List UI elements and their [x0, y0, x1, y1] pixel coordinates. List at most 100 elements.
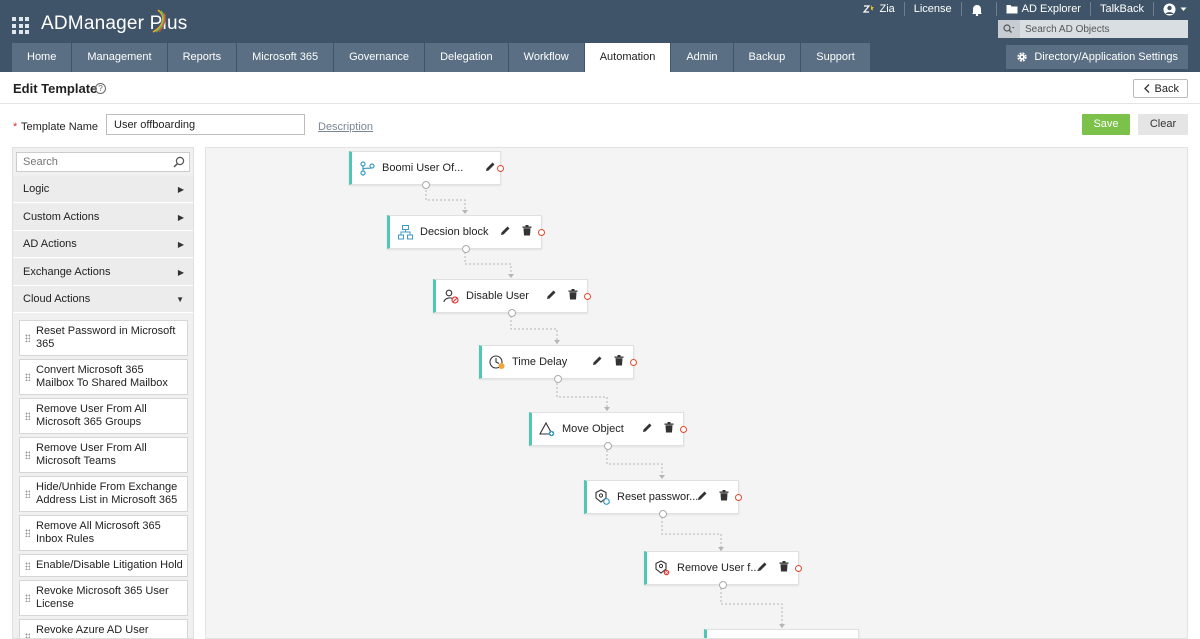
bottom-port[interactable] [718, 581, 727, 589]
user-menu[interactable] [1153, 2, 1200, 16]
tab-governance[interactable]: Governance [334, 43, 425, 72]
tab-support[interactable]: Support [801, 43, 870, 72]
tab-automation[interactable]: Automation [584, 43, 671, 72]
trash-icon[interactable] [614, 355, 624, 366]
output-port[interactable] [584, 293, 591, 300]
workflow-node-move-object[interactable]: Move Object [529, 412, 687, 450]
search-icon[interactable] [998, 20, 1020, 38]
drag-handle-icon[interactable] [25, 334, 30, 342]
tab-home[interactable]: Home [12, 43, 72, 72]
category-cloud-actions[interactable]: Cloud Actions ▼ [13, 286, 193, 313]
list-item[interactable]: Remove User From All Microsoft Teams [19, 437, 188, 473]
edit-icon[interactable] [546, 289, 557, 300]
app-header: ADManager Plus Zia License AD Explorer T… [0, 0, 1200, 72]
output-port[interactable] [630, 359, 637, 366]
bell-icon [971, 4, 982, 16]
bottom-port[interactable] [658, 510, 667, 518]
output-port[interactable] [538, 229, 545, 236]
tab-admin[interactable]: Admin [671, 43, 733, 72]
template-name-row: * Template Name Description Save Clear [0, 104, 1200, 146]
drag-handle-icon[interactable] [25, 561, 30, 570]
drag-handle-icon[interactable] [25, 529, 30, 537]
workflow-node-time-delay[interactable]: Time Delay [479, 345, 637, 383]
actions-search-input[interactable] [17, 153, 169, 171]
workflow-node-remove-user[interactable]: Remove User f... [644, 551, 802, 589]
trash-icon[interactable] [779, 561, 789, 572]
output-port[interactable] [497, 165, 504, 172]
bottom-port[interactable] [461, 245, 470, 253]
category-label: AD Actions [23, 238, 77, 250]
back-button[interactable]: Back [1132, 79, 1188, 98]
bottom-port[interactable] [507, 309, 516, 317]
drag-handle-icon[interactable] [25, 412, 30, 420]
list-item[interactable]: Remove User From All Microsoft 365 Group… [19, 398, 188, 434]
talkback-link[interactable]: TalkBack [1089, 2, 1153, 16]
tab-backup[interactable]: Backup [733, 43, 801, 72]
tab-management[interactable]: Management [72, 43, 167, 72]
tab-workflow[interactable]: Workflow [508, 43, 584, 72]
license-link[interactable]: License [903, 2, 961, 16]
drag-handle-icon[interactable] [25, 373, 30, 381]
app-grid-icon[interactable] [12, 17, 29, 34]
zia-link[interactable]: Zia [854, 2, 903, 16]
directory-settings-button[interactable]: Directory/Application Settings [1006, 45, 1188, 69]
caret-down-icon: ▼ [176, 295, 184, 304]
category-custom-actions[interactable]: Custom Actions ▶ [13, 204, 193, 231]
workflow-node-partial[interactable] [704, 629, 859, 638]
action-label: Enable/Disable Litigation Hold [36, 559, 183, 571]
workflow-node-decision[interactable]: Decsion block [387, 215, 545, 253]
list-item[interactable]: Revoke Microsoft 365 User License [19, 580, 188, 616]
bottom-port[interactable] [553, 375, 562, 383]
trash-icon[interactable] [664, 422, 674, 433]
directory-settings-label: Directory/Application Settings [1034, 51, 1178, 63]
output-port[interactable] [795, 565, 802, 572]
trash-icon[interactable] [568, 289, 578, 300]
save-button[interactable]: Save [1082, 114, 1130, 135]
list-item[interactable]: Reset Password in Microsoft 365 [19, 320, 188, 356]
category-logic[interactable]: Logic ▶ [13, 176, 193, 203]
category-exchange-actions[interactable]: Exchange Actions ▶ [13, 259, 193, 286]
drag-handle-icon[interactable] [25, 594, 30, 602]
category-ad-actions[interactable]: AD Actions ▶ [13, 231, 193, 258]
output-port[interactable] [680, 426, 687, 433]
drag-handle-icon[interactable] [25, 633, 30, 638]
tab-reports[interactable]: Reports [167, 43, 237, 72]
node-label: Move Object [562, 423, 624, 435]
list-item[interactable]: Enable/Disable Litigation Hold [19, 554, 188, 577]
workflow-node-boomi[interactable]: Boomi User Of... [349, 151, 504, 189]
magnifier-icon[interactable] [169, 156, 189, 168]
trash-icon[interactable] [522, 225, 532, 236]
drag-handle-icon[interactable] [25, 490, 30, 498]
list-item[interactable]: Remove All Microsoft 365 Inbox Rules [19, 515, 188, 551]
required-mark: * [13, 121, 18, 133]
zia-icon [863, 5, 875, 13]
ad-explorer-link[interactable]: AD Explorer [995, 2, 1090, 16]
edit-icon[interactable] [485, 161, 496, 172]
workflow-node-disable-user[interactable]: Disable User [433, 279, 591, 317]
edit-icon[interactable] [592, 355, 603, 366]
workflow-canvas[interactable]: Boomi User Of... Decsion block Disable U… [205, 147, 1188, 639]
tab-microsoft-365[interactable]: Microsoft 365 [237, 43, 334, 72]
edit-icon[interactable] [697, 490, 708, 501]
tab-delegation[interactable]: Delegation [425, 43, 508, 72]
search-input[interactable] [1020, 20, 1188, 38]
list-item[interactable]: Hide/Unhide From Exchange Address List i… [19, 476, 188, 512]
bottom-port[interactable] [422, 181, 430, 189]
help-icon[interactable]: ? [95, 83, 106, 94]
edit-icon[interactable] [500, 225, 511, 236]
template-name-input[interactable] [106, 114, 305, 135]
clear-button[interactable]: Clear [1138, 114, 1188, 135]
list-item[interactable]: Revoke Azure AD User Refresh Tokens [19, 619, 188, 638]
edit-icon[interactable] [757, 561, 768, 572]
zia-label: Zia [879, 3, 895, 15]
bottom-port[interactable] [603, 442, 612, 450]
output-port[interactable] [735, 494, 742, 501]
notifications-button[interactable] [960, 2, 996, 16]
drag-handle-icon[interactable] [25, 451, 30, 459]
edit-icon[interactable] [642, 422, 653, 433]
description-link[interactable]: Description [318, 121, 373, 133]
trash-icon[interactable] [719, 490, 729, 501]
list-item[interactable]: Convert Microsoft 365 Mailbox To Shared … [19, 359, 188, 395]
move-object-icon [539, 421, 555, 437]
workflow-node-reset-password[interactable]: Reset passwor... [584, 480, 742, 518]
